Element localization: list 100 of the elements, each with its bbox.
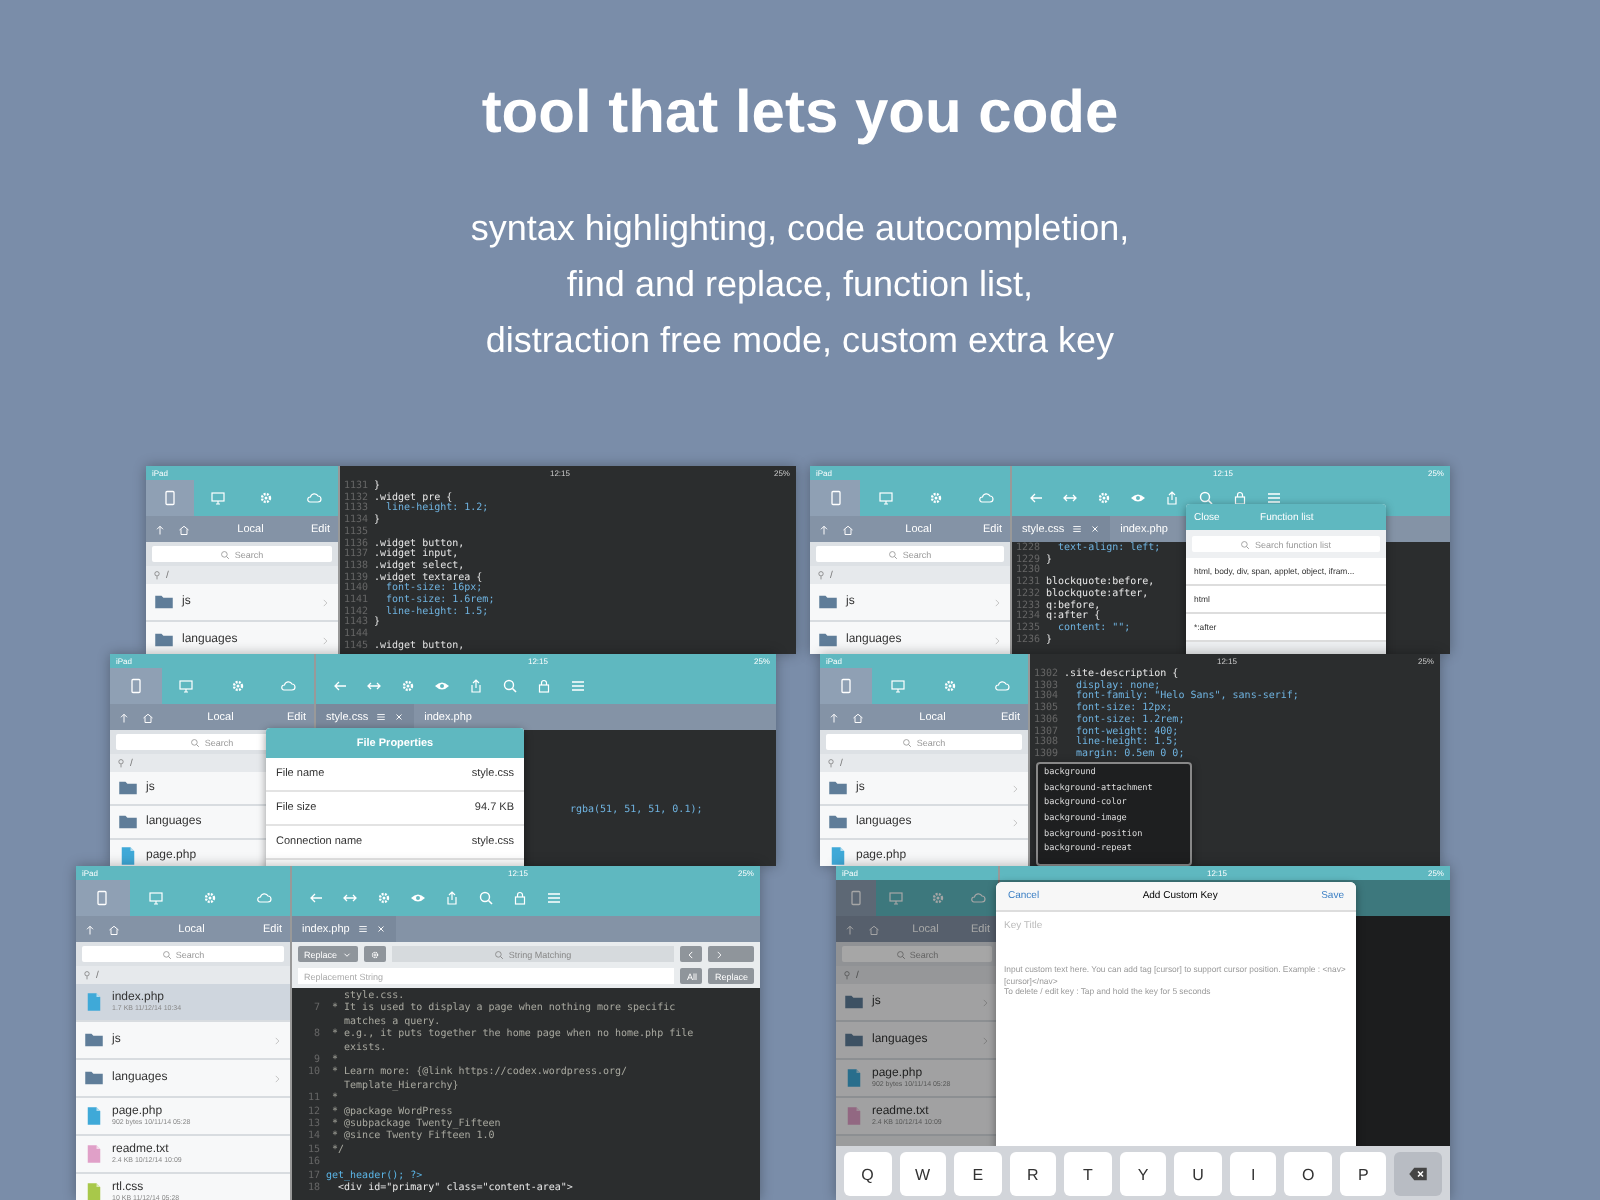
share-icon[interactable] <box>468 678 484 694</box>
cloud-icon <box>255 890 272 906</box>
search-icon <box>1240 539 1251 549</box>
share-icon[interactable] <box>1164 490 1180 506</box>
backspace-icon <box>1408 1164 1429 1184</box>
up-arrow-icon[interactable] <box>844 923 856 935</box>
eye-icon[interactable] <box>410 890 426 906</box>
key[interactable]: U <box>1174 1152 1222 1196</box>
key[interactable]: P <box>1339 1152 1387 1196</box>
eye-icon[interactable] <box>1130 490 1146 506</box>
monitor-icon <box>178 678 195 694</box>
cloud-icon <box>977 490 993 506</box>
close-icon[interactable] <box>394 712 405 722</box>
lock-icon[interactable] <box>536 678 552 694</box>
backspace-key[interactable] <box>1394 1152 1443 1196</box>
share-icon[interactable] <box>444 890 460 906</box>
key[interactable]: R <box>1009 1152 1057 1196</box>
monitor-icon <box>210 490 226 506</box>
home-icon[interactable] <box>868 923 880 935</box>
home-icon[interactable] <box>108 923 120 935</box>
search-icon <box>895 949 906 959</box>
lock-icon[interactable] <box>1232 490 1248 506</box>
location-icon <box>82 970 92 980</box>
next-button[interactable] <box>708 946 754 962</box>
back-arrow-icon[interactable] <box>1028 490 1044 506</box>
up-arrow-icon[interactable] <box>84 923 96 935</box>
monitor-icon <box>877 490 893 506</box>
search-icon <box>494 949 505 959</box>
file-icon <box>84 1144 104 1164</box>
gear-icon <box>929 890 946 906</box>
search-icon <box>902 737 913 747</box>
key[interactable]: W <box>899 1152 947 1196</box>
up-arrow-icon[interactable] <box>118 711 130 723</box>
menu-icon[interactable] <box>357 924 368 934</box>
home-icon[interactable] <box>178 523 190 535</box>
location-icon <box>816 570 826 580</box>
search-icon[interactable] <box>478 890 494 906</box>
settings-icon[interactable] <box>1096 490 1112 506</box>
previous-button[interactable] <box>680 946 703 962</box>
double-arrow-icon[interactable] <box>342 890 358 906</box>
lock-icon[interactable] <box>512 890 528 906</box>
key[interactable]: I <box>1229 1152 1277 1196</box>
key[interactable]: O <box>1284 1152 1332 1196</box>
gear-icon <box>229 678 246 694</box>
up-arrow-icon[interactable] <box>154 523 166 535</box>
tablet-icon <box>162 490 178 506</box>
key[interactable]: E <box>954 1152 1002 1196</box>
close-icon[interactable] <box>375 924 386 934</box>
location-icon <box>152 570 162 580</box>
monitor-icon <box>148 890 165 906</box>
feature-line: distraction free mode, custom extra key <box>485 318 1115 364</box>
menu-icon[interactable] <box>1072 524 1083 534</box>
chevron-icon <box>1010 783 1020 793</box>
search-icon <box>220 549 231 559</box>
gear-icon <box>201 890 218 906</box>
back-arrow-icon[interactable] <box>308 890 324 906</box>
monitor-icon <box>890 678 906 694</box>
dropdown-icon <box>341 949 352 959</box>
menu-icon[interactable] <box>570 678 586 694</box>
file-icon <box>84 992 104 1012</box>
chevron-left-icon <box>686 949 697 959</box>
chevron-icon <box>992 635 1002 645</box>
search-icon[interactable] <box>1198 490 1214 506</box>
up-arrow-icon[interactable] <box>818 523 830 535</box>
feature-line: find and replace, function list, <box>566 262 1034 308</box>
cloud-icon <box>969 890 986 906</box>
double-arrow-icon[interactable] <box>1062 490 1078 506</box>
cloud-icon <box>280 678 297 694</box>
settings-icon[interactable] <box>376 890 392 906</box>
home-icon[interactable] <box>842 523 854 535</box>
tablet-icon <box>127 678 144 694</box>
eye-icon[interactable] <box>434 678 450 694</box>
chevron-icon <box>992 597 1002 607</box>
search-icon <box>190 737 201 747</box>
file-icon <box>844 1068 864 1088</box>
chevron-icon <box>320 635 330 645</box>
key[interactable]: Q <box>844 1152 892 1196</box>
search-icon <box>161 949 172 959</box>
menu-icon[interactable] <box>546 890 562 906</box>
key[interactable]: T <box>1064 1152 1112 1196</box>
file-icon <box>84 1182 104 1200</box>
close-icon[interactable] <box>1090 524 1101 534</box>
location-icon <box>842 970 852 980</box>
search-icon <box>888 549 899 559</box>
tablet-icon <box>827 490 843 506</box>
key[interactable]: Y <box>1119 1152 1167 1196</box>
double-arrow-icon[interactable] <box>366 678 382 694</box>
home-icon[interactable] <box>852 711 864 723</box>
gear-icon <box>258 490 274 506</box>
gear-icon <box>942 678 958 694</box>
up-arrow-icon[interactable] <box>828 711 840 723</box>
search-icon[interactable] <box>502 678 518 694</box>
options-button[interactable] <box>363 946 386 962</box>
home-icon[interactable] <box>142 711 154 723</box>
feature-line: syntax highlighting, code autocompletion, <box>470 206 1130 252</box>
menu-icon[interactable] <box>376 712 387 722</box>
chevron-right-icon <box>714 949 725 959</box>
settings-icon[interactable] <box>400 678 416 694</box>
menu-icon[interactable] <box>1266 490 1282 506</box>
back-arrow-icon[interactable] <box>332 678 348 694</box>
